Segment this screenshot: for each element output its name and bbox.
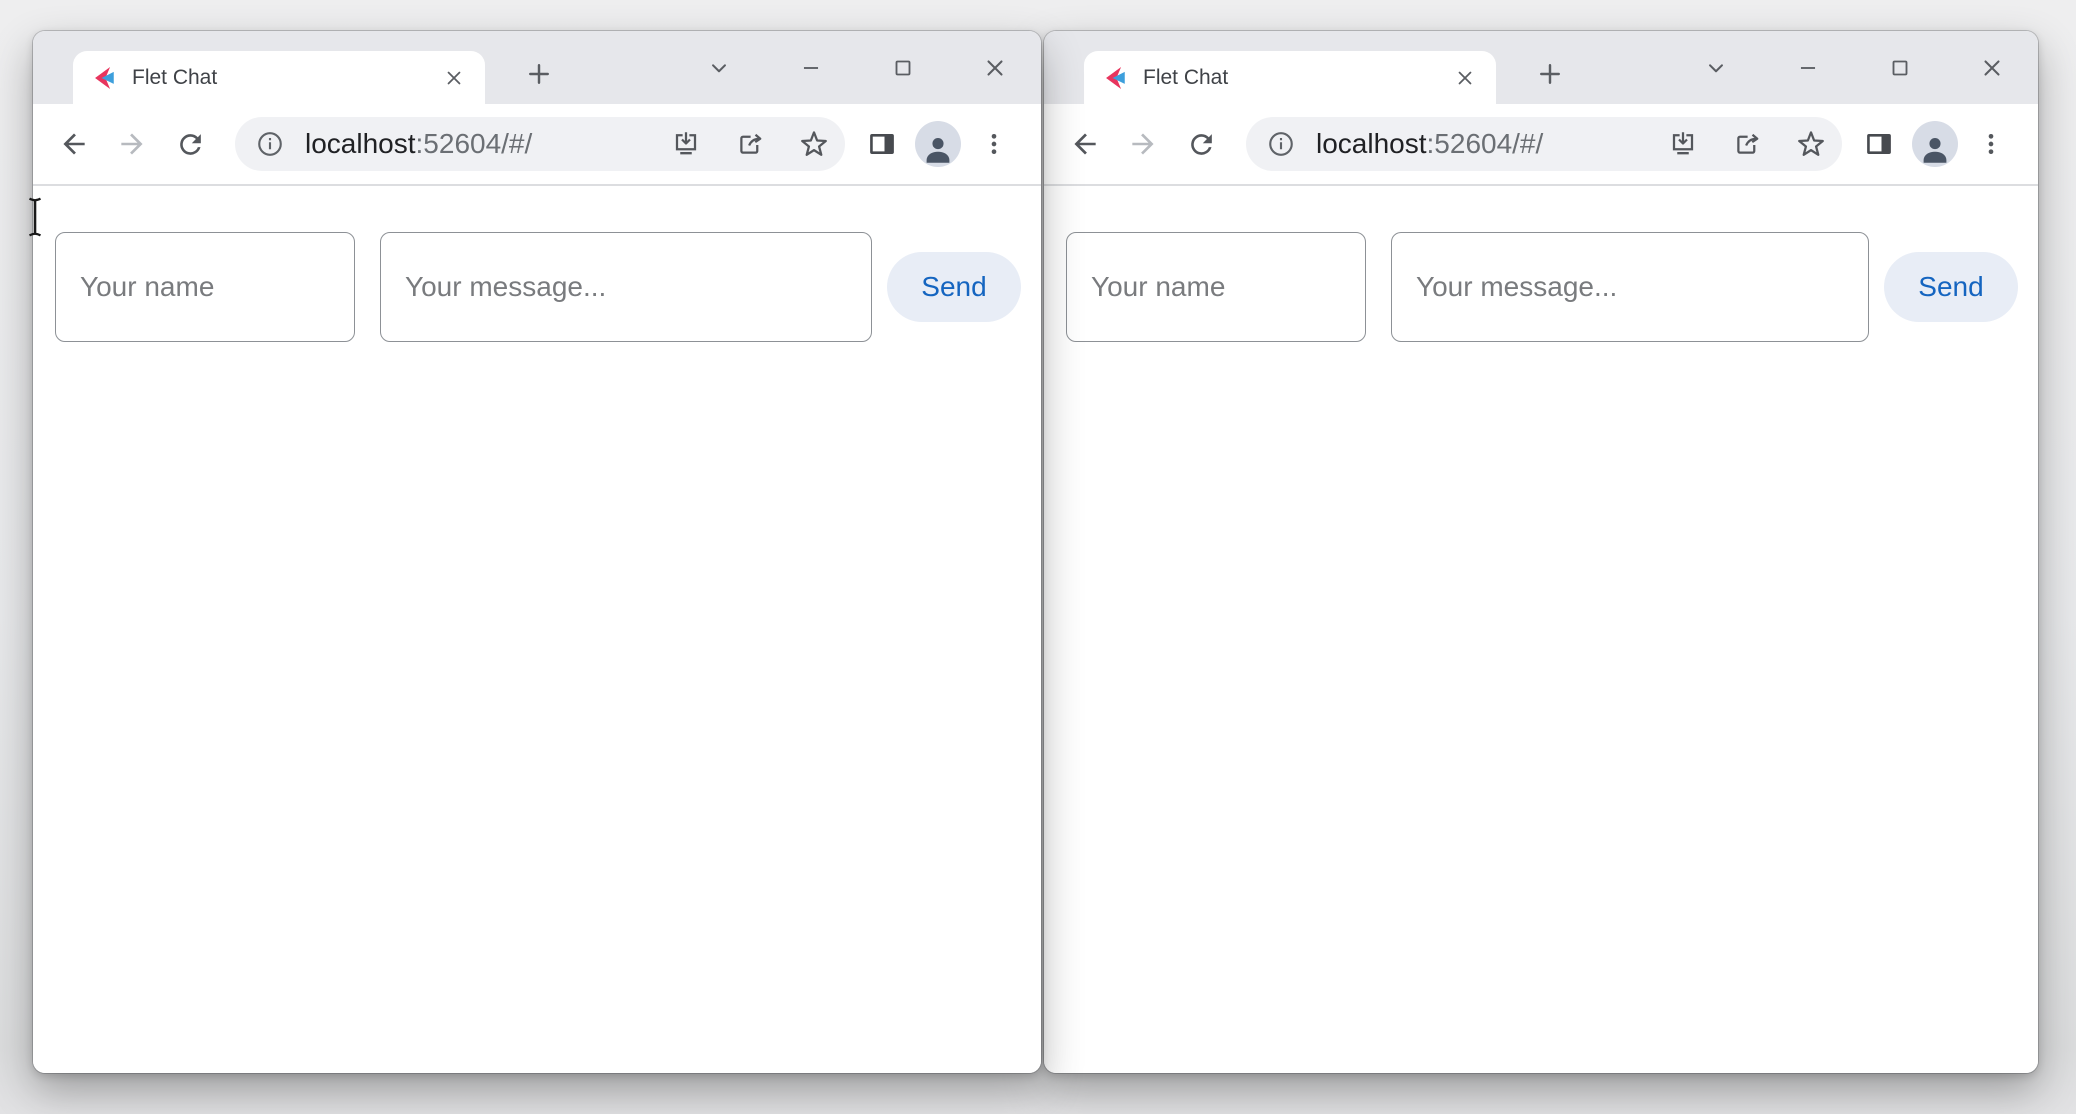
install-icon [1668, 129, 1698, 159]
kebab-menu-icon [1977, 130, 2005, 158]
install-app-button[interactable] [1660, 121, 1706, 167]
profile-button[interactable] [915, 121, 961, 167]
plus-icon [525, 60, 553, 88]
browser-tab[interactable]: Flet Chat [73, 51, 485, 104]
flet-logo-icon [91, 65, 117, 91]
reload-icon [1186, 129, 1217, 160]
side-panel-icon [867, 129, 897, 159]
browser-toolbar: localhost:52604/#/ [1044, 104, 2038, 186]
address-bar[interactable]: localhost:52604/#/ [1246, 117, 1842, 171]
reload-icon [175, 129, 206, 160]
maximize-button[interactable] [857, 31, 949, 104]
site-info-icon[interactable] [1266, 129, 1296, 159]
new-tab-button[interactable] [1526, 50, 1574, 98]
send-button[interactable]: Send [887, 252, 1021, 322]
bookmark-button[interactable] [791, 121, 837, 167]
share-icon [1732, 129, 1762, 159]
send-button[interactable]: Send [1884, 252, 2018, 322]
window-controls [1670, 31, 2038, 104]
minimize-button[interactable] [1762, 31, 1854, 104]
tab-search-button[interactable] [1670, 31, 1762, 104]
minimize-icon [1795, 55, 1821, 81]
chat-form: Send [1066, 232, 2018, 342]
browser-window-right: Flet Chat localhost:52604/#/ [1044, 31, 2038, 1073]
menu-button[interactable] [969, 119, 1019, 169]
text-cursor [24, 194, 46, 240]
side-panel-button[interactable] [857, 119, 907, 169]
message-input[interactable] [1391, 232, 1869, 342]
star-icon [798, 128, 830, 160]
install-icon [671, 129, 701, 159]
tab-close-button[interactable] [437, 61, 471, 95]
url-path: :52604/#/ [1427, 128, 1544, 159]
page-content: Send [1044, 186, 2038, 1073]
side-panel-button[interactable] [1854, 119, 1904, 169]
name-input[interactable] [55, 232, 355, 342]
window-titlebar[interactable]: Flet Chat [1044, 31, 2038, 104]
star-icon [1795, 128, 1827, 160]
profile-button[interactable] [1912, 121, 1958, 167]
name-input[interactable] [1066, 232, 1366, 342]
url-text: localhost:52604/#/ [305, 128, 645, 160]
tab-title: Flet Chat [1143, 66, 1448, 90]
reload-button[interactable] [165, 119, 215, 169]
maximize-button[interactable] [1854, 31, 1946, 104]
flet-logo-icon [1102, 65, 1128, 91]
window-close-button[interactable] [949, 31, 1041, 104]
forward-button[interactable] [1118, 119, 1168, 169]
chat-form: Send [55, 232, 1021, 342]
back-button[interactable] [49, 119, 99, 169]
share-button[interactable] [727, 121, 773, 167]
tab-search-button[interactable] [673, 31, 765, 104]
chevron-down-icon [1703, 55, 1729, 81]
url-host: localhost [1316, 128, 1427, 159]
person-icon [920, 131, 956, 167]
browser-toolbar: localhost:52604/#/ [33, 104, 1041, 186]
window-titlebar[interactable]: Flet Chat [33, 31, 1041, 104]
reload-button[interactable] [1176, 119, 1226, 169]
maximize-icon [1887, 55, 1913, 81]
forward-button[interactable] [107, 119, 157, 169]
back-icon [58, 128, 90, 160]
person-icon [1917, 131, 1953, 167]
plus-icon [1536, 60, 1564, 88]
url-text: localhost:52604/#/ [1316, 128, 1642, 160]
url-path: :52604/#/ [416, 128, 533, 159]
url-host: localhost [305, 128, 416, 159]
forward-icon [1127, 128, 1159, 160]
close-icon [982, 55, 1008, 81]
new-tab-button[interactable] [515, 50, 563, 98]
bookmark-button[interactable] [1788, 121, 1834, 167]
minimize-icon [798, 55, 824, 81]
browser-window-left: Flet Chat localhost:52604/#/ [33, 31, 1041, 1073]
menu-button[interactable] [1966, 119, 2016, 169]
window-close-button[interactable] [1946, 31, 2038, 104]
close-icon [1454, 67, 1476, 89]
close-icon [443, 67, 465, 89]
tab-title: Flet Chat [132, 66, 437, 90]
kebab-menu-icon [980, 130, 1008, 158]
maximize-icon [890, 55, 916, 81]
browser-tab[interactable]: Flet Chat [1084, 51, 1496, 104]
page-content: Send [33, 186, 1041, 1073]
address-bar[interactable]: localhost:52604/#/ [235, 117, 845, 171]
side-panel-icon [1864, 129, 1894, 159]
back-icon [1069, 128, 1101, 160]
window-controls [673, 31, 1041, 104]
site-info-icon[interactable] [255, 129, 285, 159]
forward-icon [116, 128, 148, 160]
install-app-button[interactable] [663, 121, 709, 167]
chevron-down-icon [706, 55, 732, 81]
message-input[interactable] [380, 232, 872, 342]
back-button[interactable] [1060, 119, 1110, 169]
tab-close-button[interactable] [1448, 61, 1482, 95]
share-icon [735, 129, 765, 159]
minimize-button[interactable] [765, 31, 857, 104]
close-icon [1979, 55, 2005, 81]
share-button[interactable] [1724, 121, 1770, 167]
